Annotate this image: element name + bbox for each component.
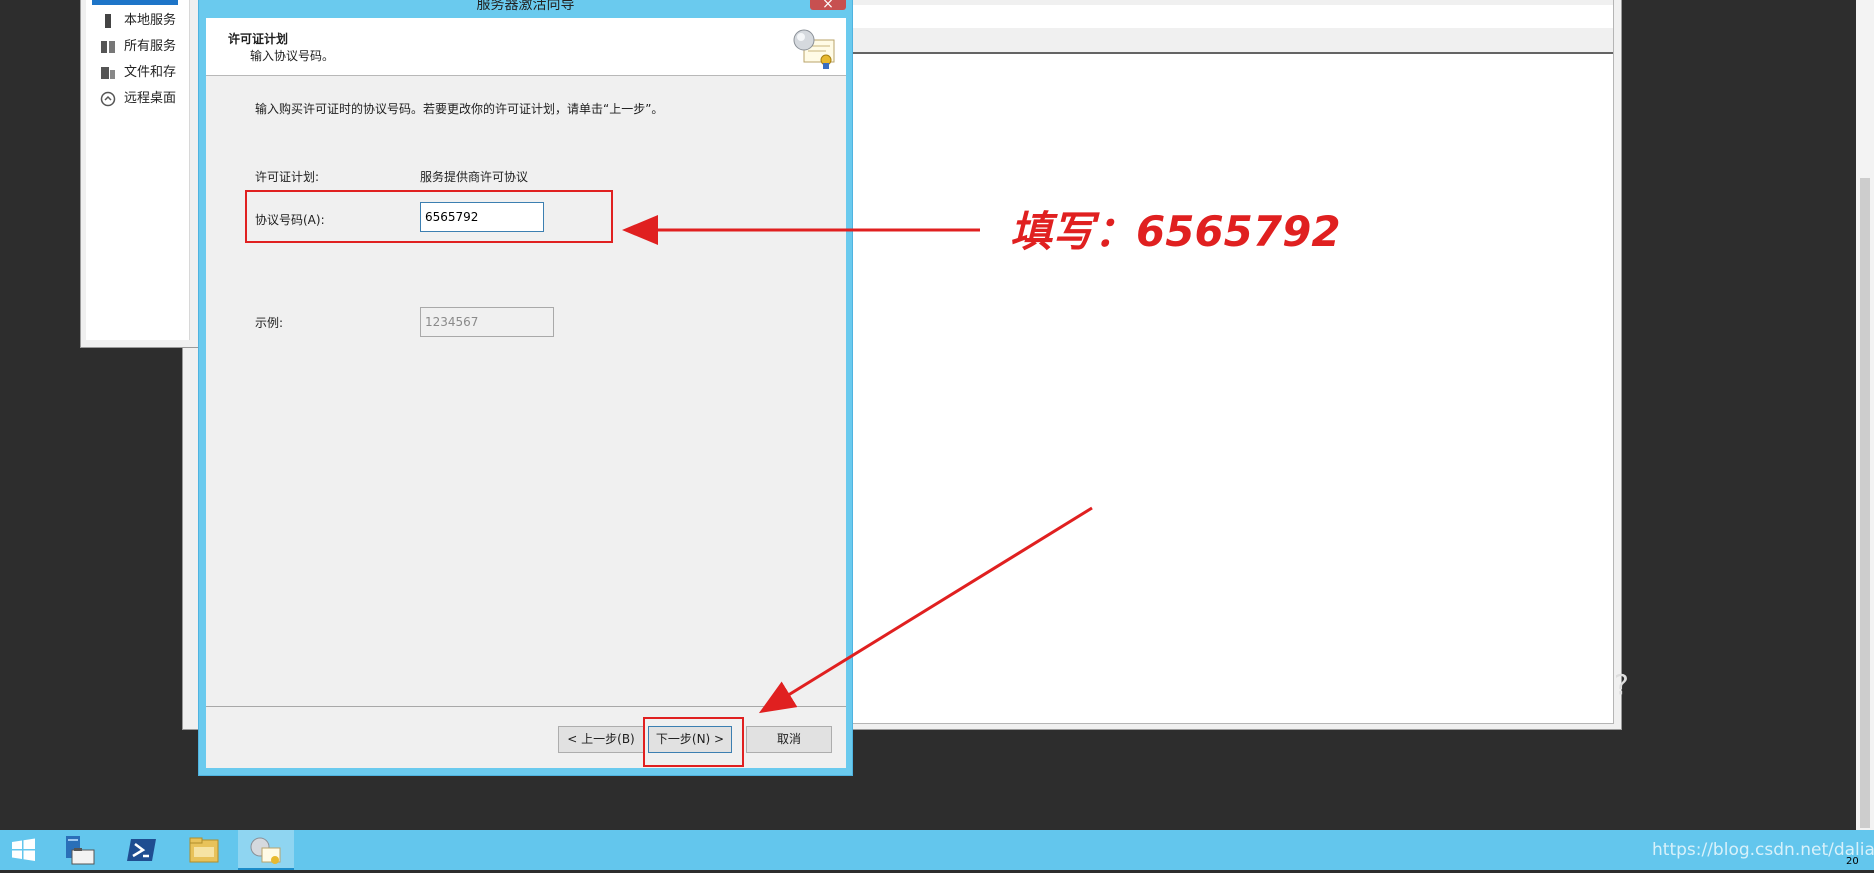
- server-icon: [100, 13, 116, 29]
- annotation-text: 填写：6565792: [1010, 207, 1341, 256]
- server-manager-nav: 本地服务 所有服务 文件和存 远程桌面: [86, 0, 190, 340]
- nav-item-label: 远程桌面: [124, 91, 177, 106]
- header-subtitle: 输入协议号码。: [250, 49, 335, 63]
- start-button[interactable]: [0, 830, 46, 870]
- license-plan-label: 许可证计划:: [255, 170, 320, 184]
- nav-item-label: 本地服务: [124, 13, 177, 28]
- scrollbar-thumb[interactable]: [1860, 178, 1870, 828]
- nav-item-all-servers[interactable]: 所有服务: [100, 34, 176, 60]
- license-plan-value: 服务提供商许可协议: [420, 170, 529, 184]
- license-certificate-icon: [790, 26, 838, 70]
- watermark-url: https://blog.csdn.net/dalia5a...: [1652, 840, 1874, 860]
- close-icon: ×: [822, 0, 834, 12]
- taskbar-powershell[interactable]: [114, 830, 170, 870]
- example-field: [420, 307, 554, 337]
- taskbar-file-explorer[interactable]: [176, 830, 232, 870]
- nav-item-label: 所有服务: [124, 39, 177, 54]
- cancel-button[interactable]: 取消: [746, 726, 832, 753]
- nav-item-label: 文件和存: [124, 65, 177, 80]
- server-manager-icon: [66, 836, 95, 865]
- start-icon: [12, 838, 35, 861]
- instruction-text: 输入购买许可证时的协议号码。若要更改你的许可证计划，请单击“上一步”。: [255, 102, 664, 116]
- background-glyph: ?: [1614, 668, 1629, 701]
- background-content-panel: [852, 0, 1614, 724]
- taskbar-server-manager[interactable]: [52, 830, 108, 870]
- powershell-icon: [127, 839, 156, 861]
- close-button[interactable]: ×: [810, 0, 846, 12]
- annotation-highlight-next: [643, 717, 744, 767]
- storage-icon: [100, 65, 116, 81]
- nav-item-file-storage[interactable]: 文件和存: [100, 60, 176, 86]
- servers-icon: [100, 39, 116, 55]
- annotation-highlight-input: [245, 190, 613, 243]
- taskbar-activation-wizard[interactable]: [238, 830, 294, 870]
- vertical-scrollbar[interactable]: [1856, 0, 1874, 830]
- nav-selection-indicator: [92, 0, 178, 5]
- back-button[interactable]: < 上一步(B): [558, 726, 644, 753]
- license-activation-icon: [250, 837, 281, 864]
- tray-clock[interactable]: 20: [1846, 856, 1859, 867]
- header-title: 许可证计划: [228, 32, 289, 46]
- background-panel-top: [853, 0, 1613, 5]
- file-explorer-icon: [189, 837, 219, 863]
- example-label: 示例:: [255, 316, 284, 330]
- remote-desktop-icon: [100, 91, 116, 107]
- dialog-title: 服务器激活向导: [476, 0, 575, 13]
- background-panel-toolbar: [853, 28, 1613, 54]
- nav-item-local-server[interactable]: 本地服务: [100, 8, 176, 34]
- nav-item-remote-desktop[interactable]: 远程桌面: [100, 86, 176, 112]
